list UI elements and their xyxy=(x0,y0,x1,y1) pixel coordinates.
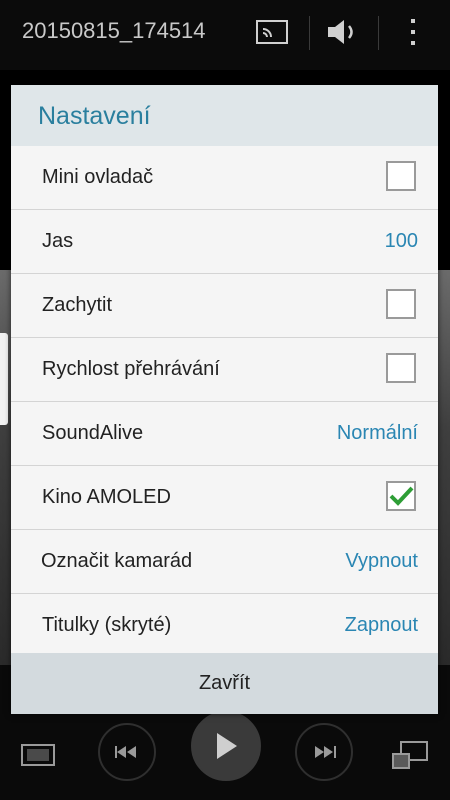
setting-label: Mini ovladač xyxy=(42,166,154,188)
playback-speed-checkbox[interactable] xyxy=(386,353,416,383)
volume-icon[interactable] xyxy=(324,14,364,50)
checkmark-icon xyxy=(389,486,414,506)
setting-row-mini-controller[interactable]: Mini ovladač xyxy=(11,146,438,210)
setting-row-brightness[interactable]: Jas 100 xyxy=(11,210,438,274)
settings-dialog: Nastavení Mini ovladač Jas 100 Zachytit … xyxy=(11,85,438,714)
tag-buddy-value: Vypnout xyxy=(345,550,418,572)
setting-label: SoundAlive xyxy=(42,422,144,444)
setting-label: Titulky (skryté) xyxy=(42,614,172,636)
setting-row-capture[interactable]: Zachytit xyxy=(11,274,438,338)
brightness-value: 100 xyxy=(384,230,418,252)
close-button[interactable]: Zavřít xyxy=(11,653,438,714)
setting-label: Jas xyxy=(42,230,74,252)
dialog-header: Nastavení xyxy=(11,85,438,146)
screen-ratio-icon[interactable] xyxy=(18,737,58,773)
close-button-label: Zavřít xyxy=(198,672,251,694)
subtitles-value: Zapnout xyxy=(344,614,418,636)
setting-label: Označit kamarád xyxy=(41,550,193,572)
capture-checkbox[interactable] xyxy=(386,289,416,319)
mini-controller-checkbox[interactable] xyxy=(386,161,416,191)
setting-row-playback-speed[interactable]: Rychlost přehrávání xyxy=(11,338,438,402)
more-vert-icon[interactable] xyxy=(400,14,426,50)
file-title: 20150815_174514 xyxy=(22,18,206,43)
setting-row-subtitles[interactable]: Titulky (skryté) Zapnout xyxy=(11,594,438,657)
setting-label: Kino AMOLED xyxy=(42,486,171,508)
rewind-button[interactable] xyxy=(98,723,156,781)
setting-label: Rychlost přehrávání xyxy=(42,358,220,380)
player-top-bar: 20150815_174514 xyxy=(0,0,450,70)
play-button[interactable] xyxy=(191,711,261,781)
dialog-title: Nastavení xyxy=(38,102,151,130)
setting-row-soundalive[interactable]: SoundAlive Normální xyxy=(11,402,438,466)
fast-forward-button[interactable] xyxy=(295,723,353,781)
toolbar-divider xyxy=(309,16,310,50)
setting-row-tag-buddy[interactable]: Označit kamarád Vypnout xyxy=(11,530,438,594)
side-panel-handle[interactable] xyxy=(0,333,8,425)
cinema-amoled-checkbox[interactable] xyxy=(386,481,416,511)
setting-label: Zachytit xyxy=(42,294,113,316)
soundalive-value: Normální xyxy=(336,422,418,444)
screen-mirror-icon[interactable] xyxy=(254,14,290,50)
toolbar-divider xyxy=(378,16,379,50)
setting-row-cinema-amoled[interactable]: Kino AMOLED xyxy=(11,466,438,530)
popup-player-icon[interactable] xyxy=(388,737,432,773)
